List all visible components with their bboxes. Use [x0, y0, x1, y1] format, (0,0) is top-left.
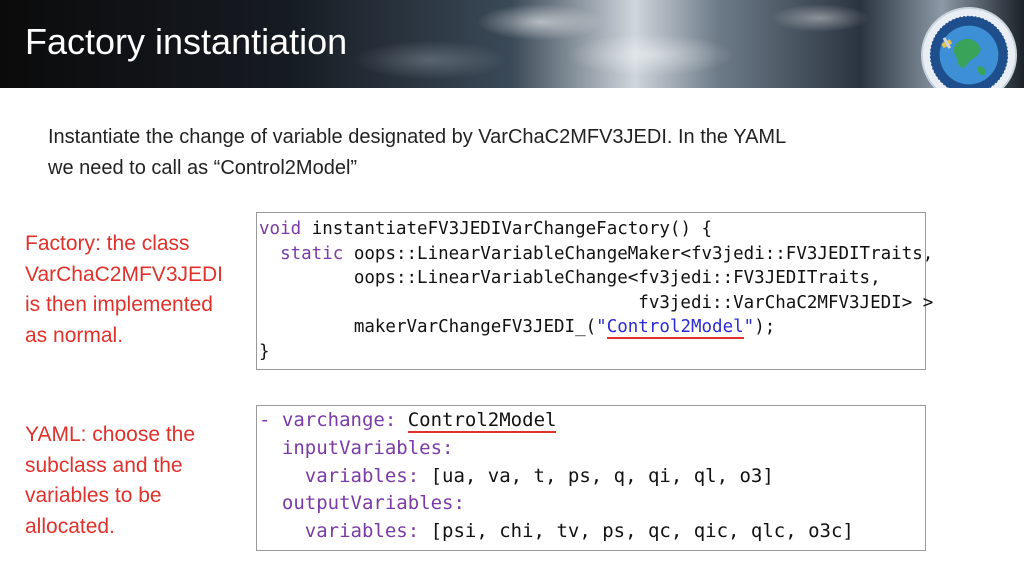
yaml-code-snippet: - varchange: Control2Model inputVariable… — [256, 405, 926, 551]
jcsda-logo-icon — [920, 6, 1018, 88]
yaml-key: outputVariables: — [281, 492, 465, 515]
factory-note: Factory: the class VarChaC2MFV3JEDI is t… — [25, 229, 250, 351]
yaml-output-variables: [psi, chi, tv, ps, qc, qic, qlc, o3c] — [430, 520, 854, 543]
code-text: instantiateFV3JEDIVarChangeFactory() { — [301, 219, 713, 239]
yaml-note-line: allocated. — [25, 514, 115, 538]
factory-note-line: Factory: the class — [25, 232, 190, 255]
yaml-line: variables: [ua, va, t, ps, q, qi, ql, o3… — [257, 463, 925, 491]
code-line: fv3jedi::VarChaC2MFV3JEDI> > — [259, 292, 934, 313]
code-keyword: void — [259, 219, 302, 239]
code-line: makerVarChangeFV3JEDI_("Control2Model"); — [257, 315, 925, 340]
yaml-note: YAML: choose the subclass and the variab… — [25, 420, 250, 542]
code-text: oops::LinearVariableChangeMaker<fv3jedi:… — [343, 243, 934, 264]
slide-header: Factory instantiation — [0, 0, 1024, 88]
yaml-note-line: variables to be — [25, 484, 162, 507]
control2model-string: Control2Model — [606, 317, 744, 340]
yaml-key: inputVariables: — [281, 436, 454, 459]
yaml-varchange-value: Control2Model — [407, 409, 557, 433]
code-keyword: static — [280, 243, 344, 264]
slide-title: Factory instantiation — [25, 21, 348, 62]
yaml-key: variables: — [304, 520, 420, 543]
yaml-key: variables: — [304, 464, 420, 487]
yaml-line: inputVariables: — [257, 435, 925, 463]
code-text: ); — [754, 317, 776, 338]
intro-paragraph: Instantiate the change of variable desig… — [48, 122, 928, 184]
factory-note-line: VarChaC2MFV3JEDI — [25, 262, 224, 286]
yaml-line: - varchange: Control2Model — [257, 407, 925, 435]
yaml-note-line: subclass and the — [25, 453, 183, 477]
code-line: void instantiateFV3JEDIVarChangeFactory(… — [257, 217, 925, 242]
yaml-line: variables: [psi, chi, tv, ps, qc, qic, q… — [257, 518, 925, 546]
yaml-key: varchange: — [281, 409, 397, 431]
code-quote: " — [743, 317, 755, 338]
code-quote: " — [596, 317, 607, 338]
code-text: makerVarChangeFV3JEDI_( — [259, 317, 597, 338]
code-line: } — [259, 341, 270, 362]
yaml-input-variables: [ua, va, t, ps, q, qi, ql, o3] — [430, 464, 774, 487]
intro-line-2: we need to call as “Control2Model” — [48, 157, 358, 179]
intro-line-1: Instantiate the change of variable desig… — [48, 126, 787, 148]
yaml-line: outputVariables: — [257, 490, 925, 518]
yaml-note-line: YAML: choose the — [25, 423, 196, 446]
code-line: oops::LinearVariableChange<fv3jedi::FV3J… — [259, 268, 881, 289]
factory-note-line: is then implemented — [25, 293, 213, 316]
yaml-dash: - — [259, 409, 282, 431]
cpp-code-snippet: void instantiateFV3JEDIVarChangeFactory(… — [256, 212, 934, 370]
factory-note-line: as normal. — [25, 323, 124, 347]
code-line: static oops::LinearVariableChangeMaker<f… — [257, 242, 933, 267]
